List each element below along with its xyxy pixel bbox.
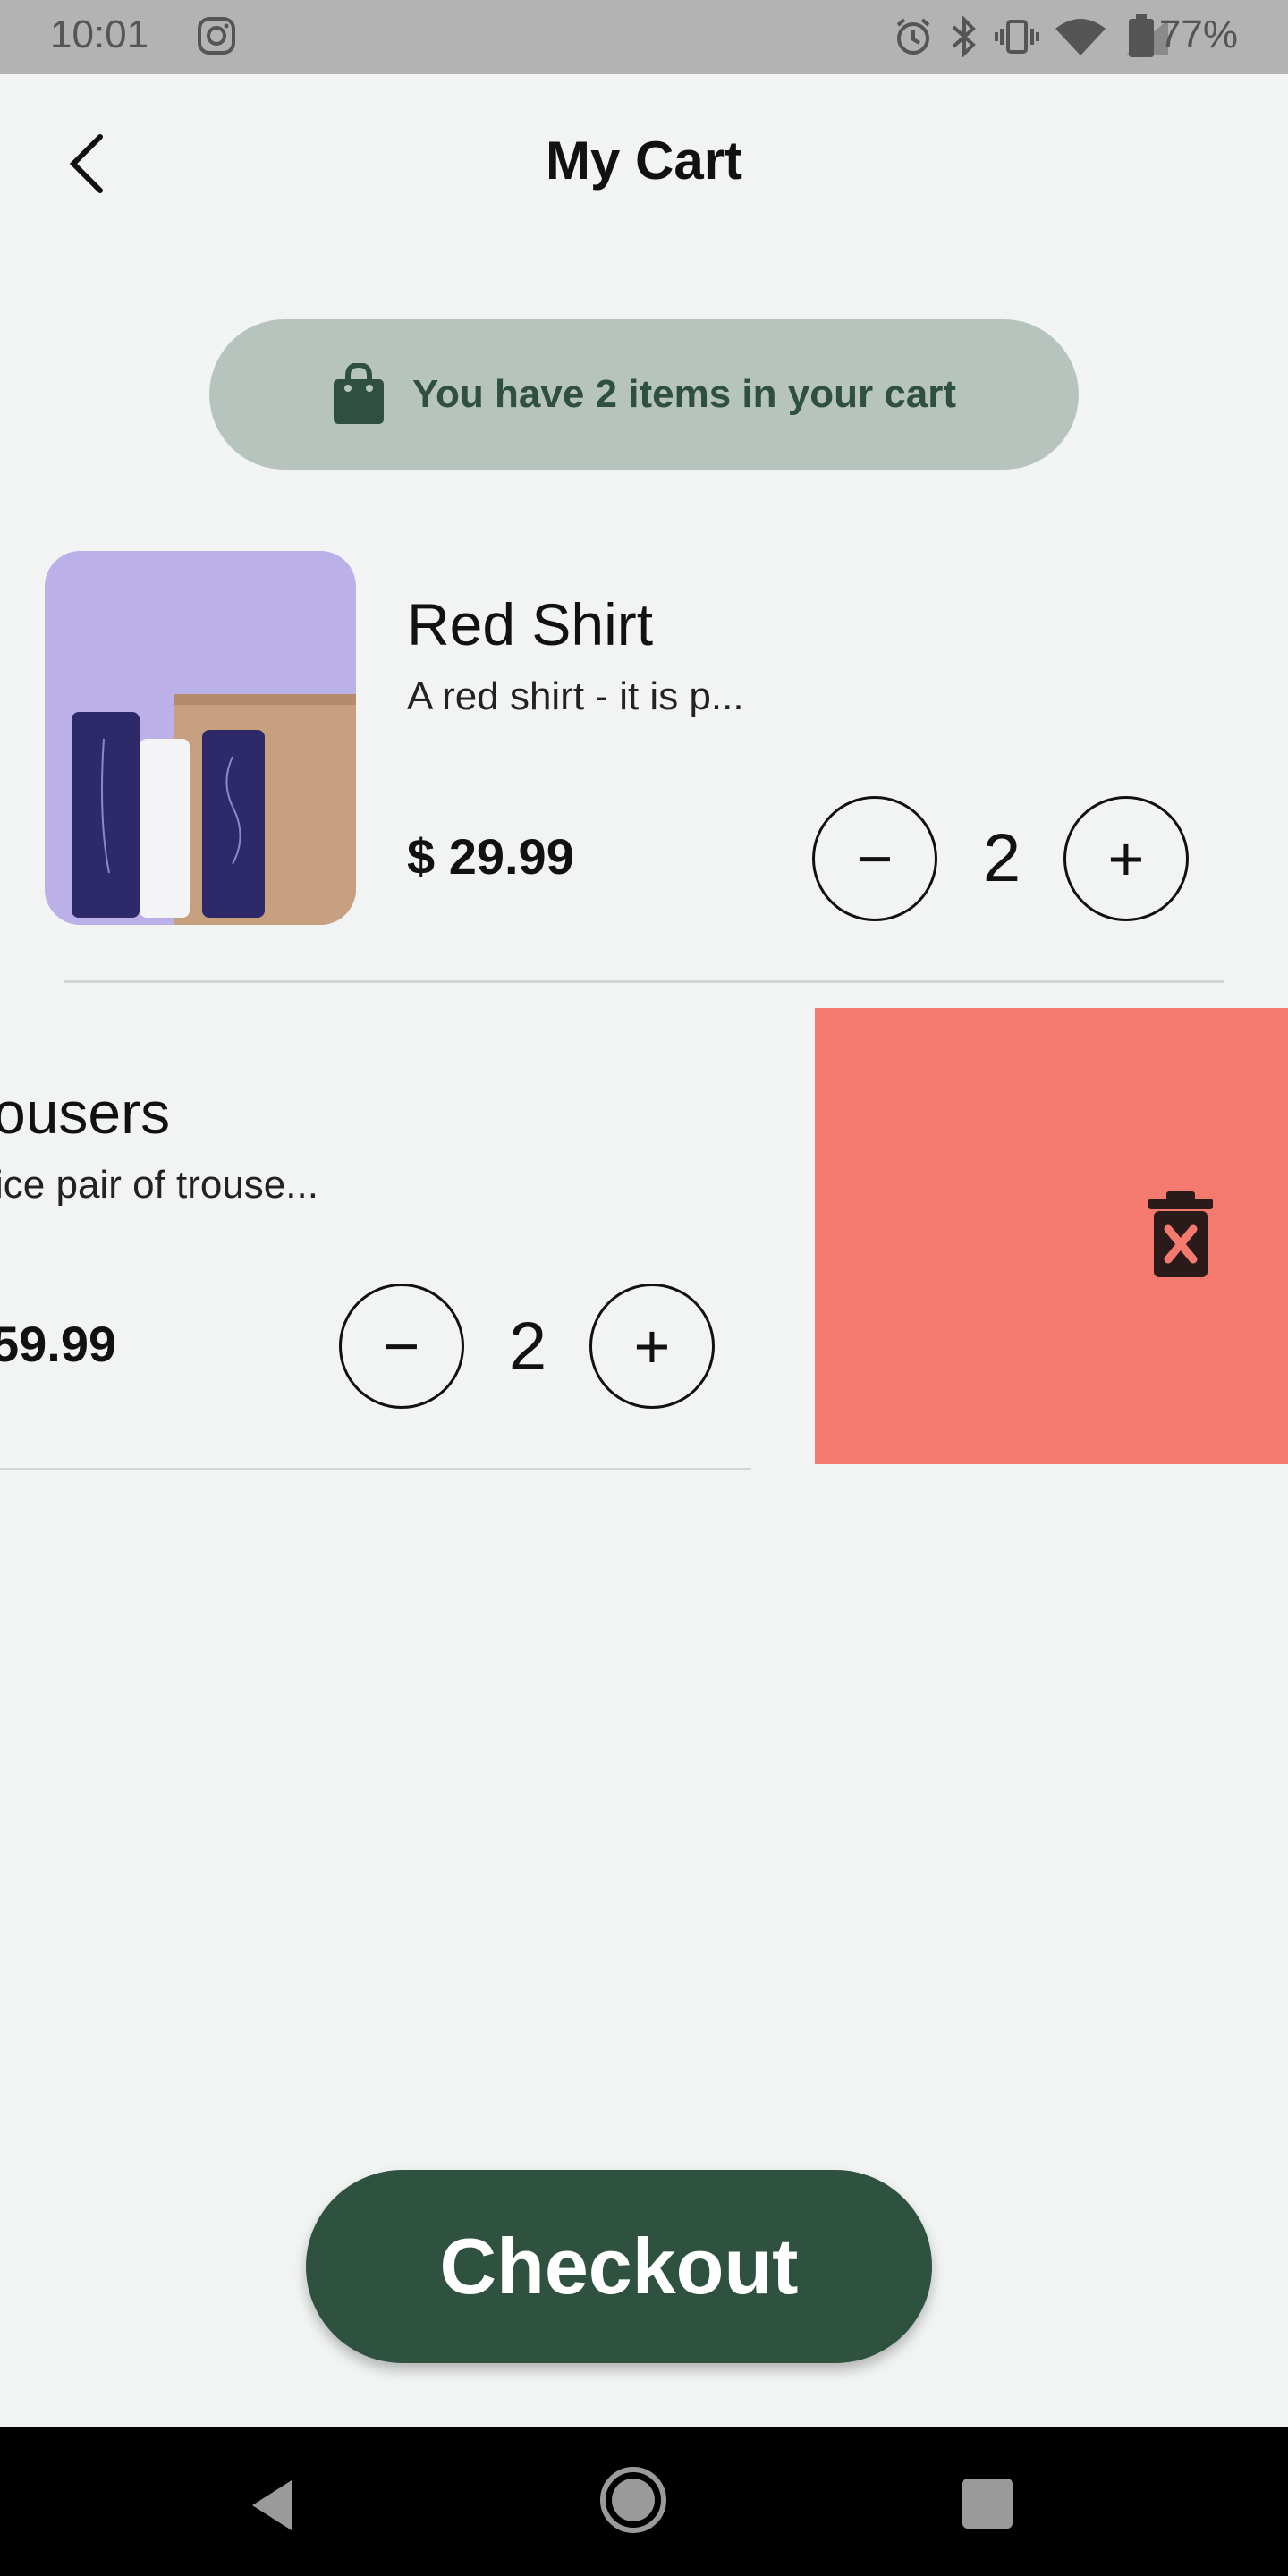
banner-text: You have 2 items in your cart <box>411 372 957 416</box>
nav-recents-icon[interactable] <box>962 2479 1013 2529</box>
item-quantity: 2 <box>508 1309 547 1385</box>
increase-quantity-button[interactable]: + <box>1063 796 1189 921</box>
plus-icon: + <box>633 1311 671 1381</box>
checkout-button[interactable]: Checkout <box>306 2170 932 2363</box>
increase-quantity-button[interactable]: + <box>589 1284 715 1409</box>
nav-home-icon[interactable] <box>597 2464 669 2536</box>
shopping-bag-icon <box>333 363 384 424</box>
battery-percent: 77% <box>1158 13 1238 56</box>
product-image <box>45 551 356 925</box>
instagram-icon <box>198 17 235 55</box>
wifi-icon <box>1055 19 1106 55</box>
vibrate-icon <box>995 20 1039 54</box>
page-title: My Cart <box>545 131 743 191</box>
app-bar: My Cart <box>0 74 1288 253</box>
system-nav-bar <box>0 2427 1288 2576</box>
item-divider <box>64 980 1224 983</box>
decrease-quantity-button[interactable]: − <box>339 1284 464 1409</box>
decrease-quantity-button[interactable]: − <box>812 796 937 921</box>
alarm-icon <box>896 18 930 55</box>
status-bar: 10:01 77% <box>0 0 1288 74</box>
item-divider <box>0 1468 751 1470</box>
cart-count-banner: You have 2 items in your cart <box>209 319 1079 470</box>
status-time: 10:01 <box>50 13 149 56</box>
item-price: 59.99 <box>0 1316 117 1372</box>
item-price: $ 29.99 <box>407 828 574 885</box>
bluetooth-icon <box>952 16 976 57</box>
delete-action[interactable] <box>815 1008 1288 1464</box>
minus-icon: − <box>383 1311 420 1381</box>
item-quantity: 2 <box>982 820 1021 896</box>
delete-icon[interactable] <box>1145 1190 1216 1279</box>
item-description: A red shirt - it is p... <box>407 674 744 718</box>
minus-icon: − <box>856 824 894 894</box>
plus-icon: + <box>1107 824 1145 894</box>
battery-icon <box>1129 14 1154 57</box>
item-description: ice pair of trouse... <box>0 1163 318 1207</box>
nav-back-icon[interactable] <box>245 2477 299 2534</box>
item-name: ousers <box>0 1080 171 1146</box>
item-name: Red Shirt <box>407 591 654 657</box>
